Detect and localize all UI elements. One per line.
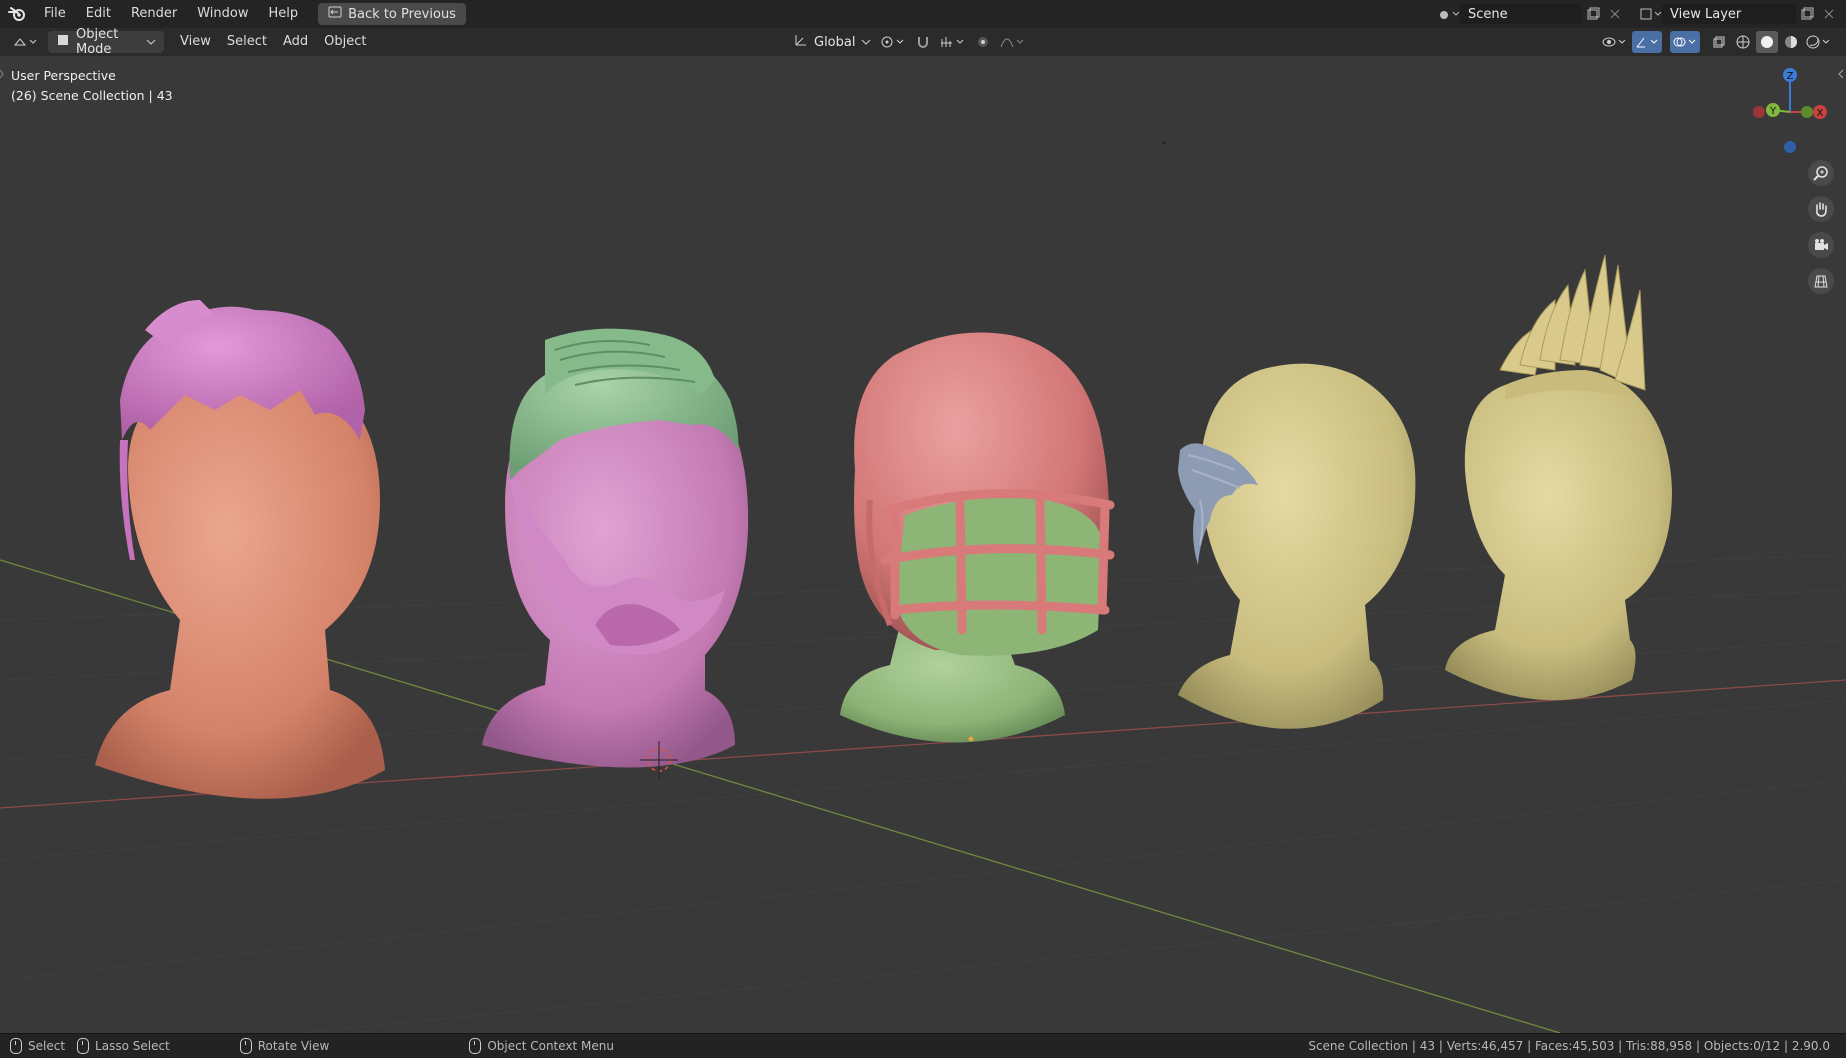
viewport-menu-object[interactable]: Object <box>316 31 374 53</box>
camera-view-icon[interactable] <box>1808 232 1834 258</box>
mouse-middle-icon <box>239 1038 252 1054</box>
transform-orientation-label: Global <box>814 34 856 50</box>
head-model-yellow-mohawk[interactable] <box>1445 254 1672 701</box>
scene-browse-icon[interactable] <box>1438 3 1460 25</box>
viewport-menu-add[interactable]: Add <box>275 31 316 53</box>
viewport-header: Object Mode View Select Add Object Globa… <box>0 27 1846 57</box>
toolbar-expand-icon[interactable] <box>0 66 4 80</box>
status-rotate-label: Rotate View <box>257 1039 330 1053</box>
back-to-previous-button[interactable]: Back to Previous <box>318 3 466 25</box>
snap-toggle-icon[interactable] <box>912 31 934 53</box>
gizmo-neg-x-axis[interactable] <box>1753 106 1765 118</box>
shading-material-icon[interactable] <box>1780 31 1802 53</box>
head-model-yellow-tuft[interactable] <box>1178 363 1416 729</box>
proportional-edit-icon[interactable] <box>972 31 994 53</box>
3d-viewport[interactable]: Z Y X User Perspective (26) Scene Collec… <box>0 56 1846 1033</box>
scene-selector-area: Scene View Layer <box>1438 0 1846 28</box>
shading-solid-icon[interactable] <box>1756 31 1778 53</box>
viewport-menu-view[interactable]: View <box>172 31 219 53</box>
shading-rendered-icon[interactable] <box>1804 31 1834 53</box>
scene-stats: Scene Collection | 43 | Verts:46,457 | F… <box>1308 1039 1830 1053</box>
scene-new-icon[interactable] <box>1582 3 1604 25</box>
top-menu-bar: File Edit Render Window Help Back to Pre… <box>0 0 1846 29</box>
viewport-display-tools <box>1600 31 1834 53</box>
status-bar: Select Lasso Select Rotate View Object C… <box>0 1033 1846 1058</box>
status-lasso: Lasso Select <box>77 1038 170 1054</box>
view-layer-new-icon[interactable] <box>1796 3 1818 25</box>
overlays-toggle-icon[interactable] <box>1670 31 1700 53</box>
light-point <box>1162 141 1166 145</box>
zoom-icon[interactable] <box>1808 160 1834 186</box>
mouse-right-icon <box>469 1038 482 1054</box>
menu-window[interactable]: Window <box>187 0 258 28</box>
back-to-previous-label: Back to Previous <box>348 6 456 22</box>
snap-target-icon[interactable] <box>938 31 968 53</box>
mouse-drag-icon <box>77 1038 90 1054</box>
pan-hand-icon[interactable] <box>1808 196 1834 222</box>
chevron-down-icon <box>146 35 156 50</box>
orientation-axes-icon <box>794 33 808 51</box>
xray-toggle-icon[interactable] <box>1708 31 1730 53</box>
object-mode-icon <box>56 33 70 51</box>
gizmo-neg-z-axis[interactable] <box>1784 141 1796 153</box>
menu-edit[interactable]: Edit <box>76 0 121 28</box>
status-context-label: Object Context Menu <box>487 1039 614 1053</box>
view-layer-browse-icon[interactable] <box>1640 3 1662 25</box>
head-model-green-helmet[interactable] <box>840 332 1115 743</box>
scene-name-field[interactable]: Scene <box>1460 4 1582 24</box>
origin-point <box>968 736 974 742</box>
mouse-left-icon <box>10 1038 22 1054</box>
perspective-label: User Perspective <box>11 68 116 83</box>
menu-render[interactable]: Render <box>121 0 187 28</box>
blender-logo-icon[interactable] <box>0 6 34 22</box>
pivot-point-icon[interactable] <box>878 31 908 53</box>
view-layer-delete-icon[interactable] <box>1818 3 1840 25</box>
scene-delete-icon[interactable] <box>1604 3 1626 25</box>
gizmo-z-label: Z <box>1787 71 1794 82</box>
status-lasso-label: Lasso Select <box>95 1039 170 1053</box>
collection-info-label: (26) Scene Collection | 43 <box>11 88 173 103</box>
object-mode-label: Object Mode <box>76 27 119 57</box>
gizmo-y-label: Y <box>1769 106 1777 117</box>
gizmo-toggle-icon[interactable] <box>1632 31 1662 53</box>
gizmo-x-label: X <box>1817 108 1824 119</box>
view-layer-name-text: View Layer <box>1670 6 1742 22</box>
editor-type-icon[interactable] <box>10 31 40 53</box>
gizmo-neg-y-axis[interactable] <box>1801 106 1813 118</box>
visibility-eye-icon[interactable] <box>1600 31 1630 53</box>
transform-orientation-dropdown[interactable]: Global <box>786 31 874 53</box>
menu-file[interactable]: File <box>34 0 76 28</box>
status-select-label: Select <box>28 1039 66 1053</box>
head-model-pink[interactable] <box>482 328 749 768</box>
scene-name-text: Scene <box>1468 6 1508 22</box>
viewport-scene[interactable]: Z Y X <box>0 56 1846 1033</box>
proportional-falloff-icon[interactable] <box>998 31 1028 53</box>
viewport-menu-select[interactable]: Select <box>219 31 275 53</box>
chevron-down-icon <box>861 35 871 50</box>
mohawk-spikes <box>1499 254 1646 391</box>
sidebar-expand-icon[interactable] <box>1838 66 1844 80</box>
object-mode-dropdown[interactable]: Object Mode <box>48 27 164 57</box>
shading-wireframe-icon[interactable] <box>1732 31 1754 53</box>
ortho-grid-icon[interactable] <box>1808 268 1834 294</box>
transform-tools: Global <box>786 31 1028 53</box>
menu-help[interactable]: Help <box>259 0 309 28</box>
status-context-menu: Object Context Menu <box>469 1038 614 1054</box>
head-model-orange[interactable] <box>95 300 385 799</box>
navigation-controls <box>1808 160 1834 294</box>
view-layer-name-field[interactable]: View Layer <box>1662 4 1796 24</box>
status-select: Select <box>10 1038 65 1054</box>
status-rotate: Rotate View <box>239 1038 330 1054</box>
axis-navigation-gizmo[interactable]: Z Y X <box>1753 68 1827 153</box>
screen-back-icon <box>328 6 342 22</box>
